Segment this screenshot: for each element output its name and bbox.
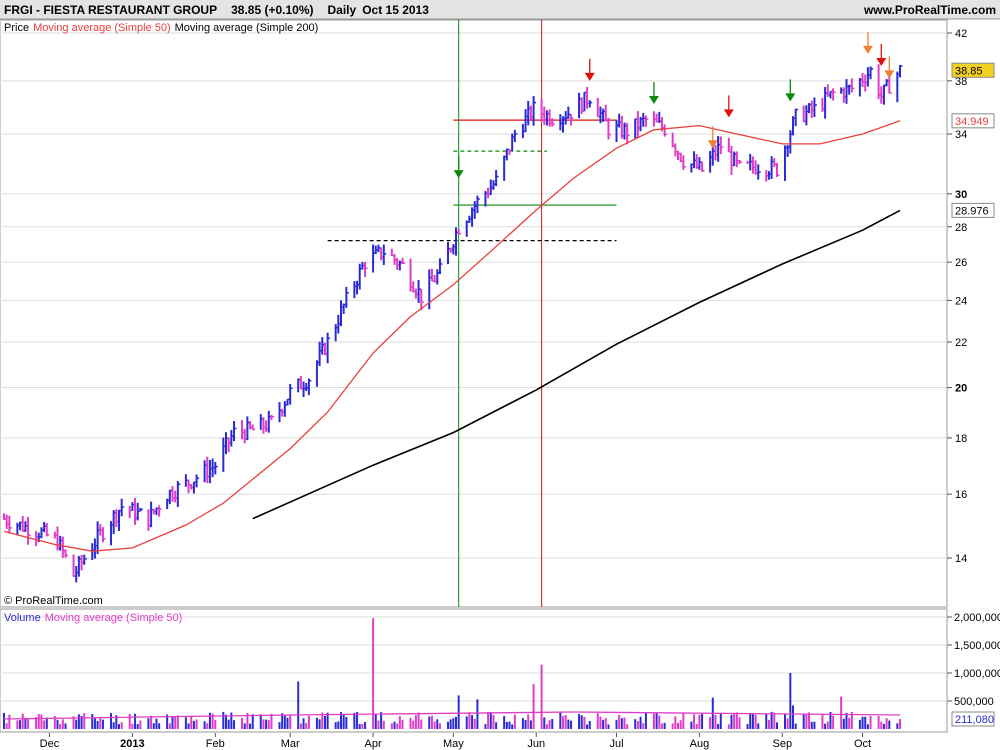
time-tick-label: Sep xyxy=(773,738,793,750)
time-tick-label: Mar xyxy=(281,738,300,750)
time-tick-label: Aug xyxy=(690,738,710,750)
price-tick-label: 34 xyxy=(955,129,967,141)
price-axis: 141618202224262830343842 xyxy=(947,28,967,565)
price-tick-label: 16 xyxy=(955,489,967,501)
time-tick-label: Jun xyxy=(527,738,545,750)
price-tick-label: 28 xyxy=(955,222,967,234)
price-tick-label: 20 xyxy=(955,383,967,395)
volume-tick-label: 2,000,000 xyxy=(954,612,1000,624)
site-link[interactable]: www.ProRealTime.com xyxy=(863,3,996,17)
value-badge-label: 38.85 xyxy=(955,65,983,77)
price-tick-label: 42 xyxy=(955,28,967,40)
volume-legend: Volume Moving average (Simple 50) xyxy=(4,612,182,624)
price-tick-label: 18 xyxy=(955,433,967,445)
volume-tick-label: 1,500,000 xyxy=(954,640,1000,652)
volume-tick-label: 500,000 xyxy=(954,696,994,708)
time-tick-label: May xyxy=(443,738,464,750)
volume-axis: 500,000 1,000,000 1,500,000 2,000,000 211,08… xyxy=(947,612,1000,727)
copyright-label: © ProRealTime.com xyxy=(4,595,103,607)
header-title: FRGI - FIESTA RESTAURANT GROUP 38.85 (+0.… xyxy=(4,3,429,17)
volume-tick-label: 1,000,000 xyxy=(954,668,1000,680)
time-tick-label: 2013 xyxy=(120,738,144,750)
time-tick-label: Dec xyxy=(40,738,60,750)
price-legend: Price Moving average (Simple 50) Moving av… xyxy=(4,22,318,34)
time-tick-label: Feb xyxy=(206,738,225,750)
price-tick-label: 22 xyxy=(955,337,967,349)
stock-chart: FRGI - FIESTA RESTAURANT GROUP 38.85 (+0.… xyxy=(0,0,1000,750)
time-tick-label: Apr xyxy=(365,738,382,750)
price-panel xyxy=(0,19,948,608)
price-tick-label: 26 xyxy=(955,257,967,269)
price-tick-label: 24 xyxy=(955,295,967,307)
value-badge-label: 28.976 xyxy=(955,205,989,217)
time-tick-label: Oct xyxy=(854,738,871,750)
price-tick-label: 14 xyxy=(955,553,967,565)
time-tick-label: Jul xyxy=(609,738,623,750)
value-badge-label: 34.949 xyxy=(955,116,989,128)
price-tick-label: 30 xyxy=(955,189,967,201)
volume-badge-label: 211,080 xyxy=(955,714,994,726)
